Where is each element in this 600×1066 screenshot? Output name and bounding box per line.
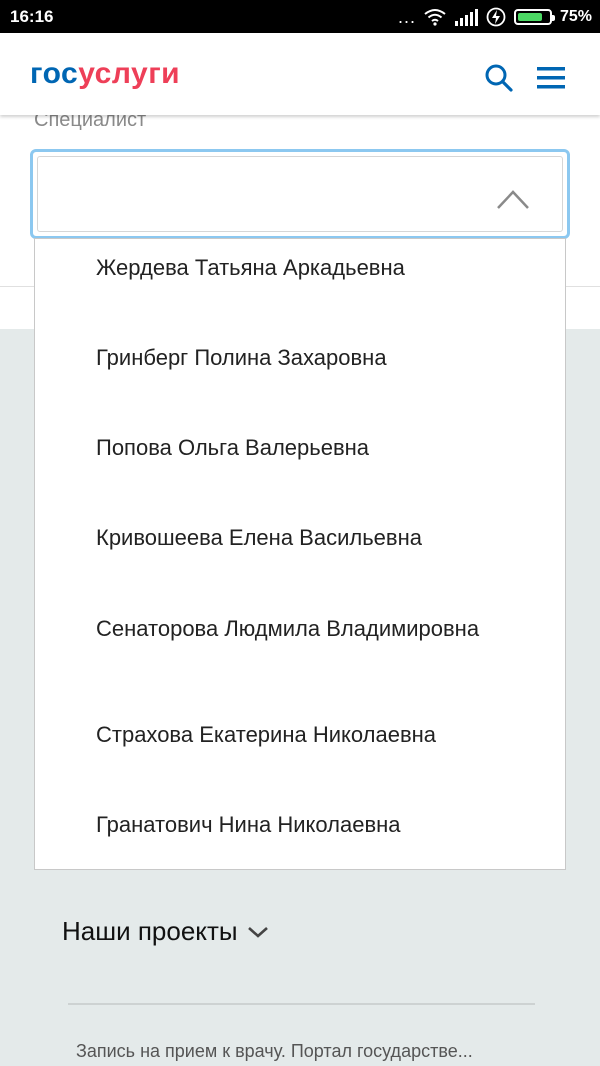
- dropdown-option[interactable]: Страхова Екатерина Николаевна: [96, 722, 536, 748]
- chevron-up-icon[interactable]: [496, 188, 530, 210]
- dropdown-option[interactable]: Попова Ольга Валерьевна: [96, 435, 536, 461]
- dropdown-option[interactable]: Сенаторова Людмила Владимировна: [96, 616, 536, 642]
- charging-icon: [486, 7, 506, 27]
- logo-part-uslugi: услуги: [78, 57, 181, 90]
- logo-part-gos: гос: [30, 57, 79, 90]
- page-title-footer: Запись на прием к врачу. Портал государс…: [76, 1041, 473, 1061]
- wifi-icon: [424, 9, 446, 26]
- dropdown-option[interactable]: Кривошеева Елена Васильевна: [96, 525, 536, 551]
- status-bar: 16:16 ... 75%: [0, 0, 600, 33]
- dropdown-option[interactable]: Жердева Татьяна Аркадьевна: [96, 255, 536, 281]
- status-time: 16:16: [10, 7, 54, 26]
- search-icon[interactable]: [484, 63, 514, 93]
- gosuslugi-logo[interactable]: госуслуги: [30, 57, 180, 91]
- dropdown-option[interactable]: Гринберг Полина Захаровна: [96, 345, 536, 371]
- specialist-dropdown-list: Жердева Татьяна Аркадьевна Гринберг Поли…: [34, 238, 566, 870]
- status-icons: ... 75%: [398, 6, 592, 28]
- hamburger-menu-icon[interactable]: [537, 65, 565, 91]
- signal-icon: [454, 9, 478, 26]
- our-projects-label: Наши проекты: [62, 916, 238, 946]
- our-projects-toggle[interactable]: Наши проекты: [62, 916, 270, 947]
- chevron-down-icon: [247, 926, 268, 938]
- dropdown-option[interactable]: Гранатович Нина Николаевна: [96, 812, 536, 838]
- app-header: госуслуги: [0, 33, 600, 115]
- battery-percent: 75%: [559, 8, 592, 25]
- specialist-select[interactable]: [30, 149, 570, 239]
- battery-icon: [513, 9, 555, 25]
- notification-dots: ...: [397, 7, 416, 27]
- select-inner: [37, 156, 563, 232]
- footer-divider: [68, 1003, 535, 1005]
